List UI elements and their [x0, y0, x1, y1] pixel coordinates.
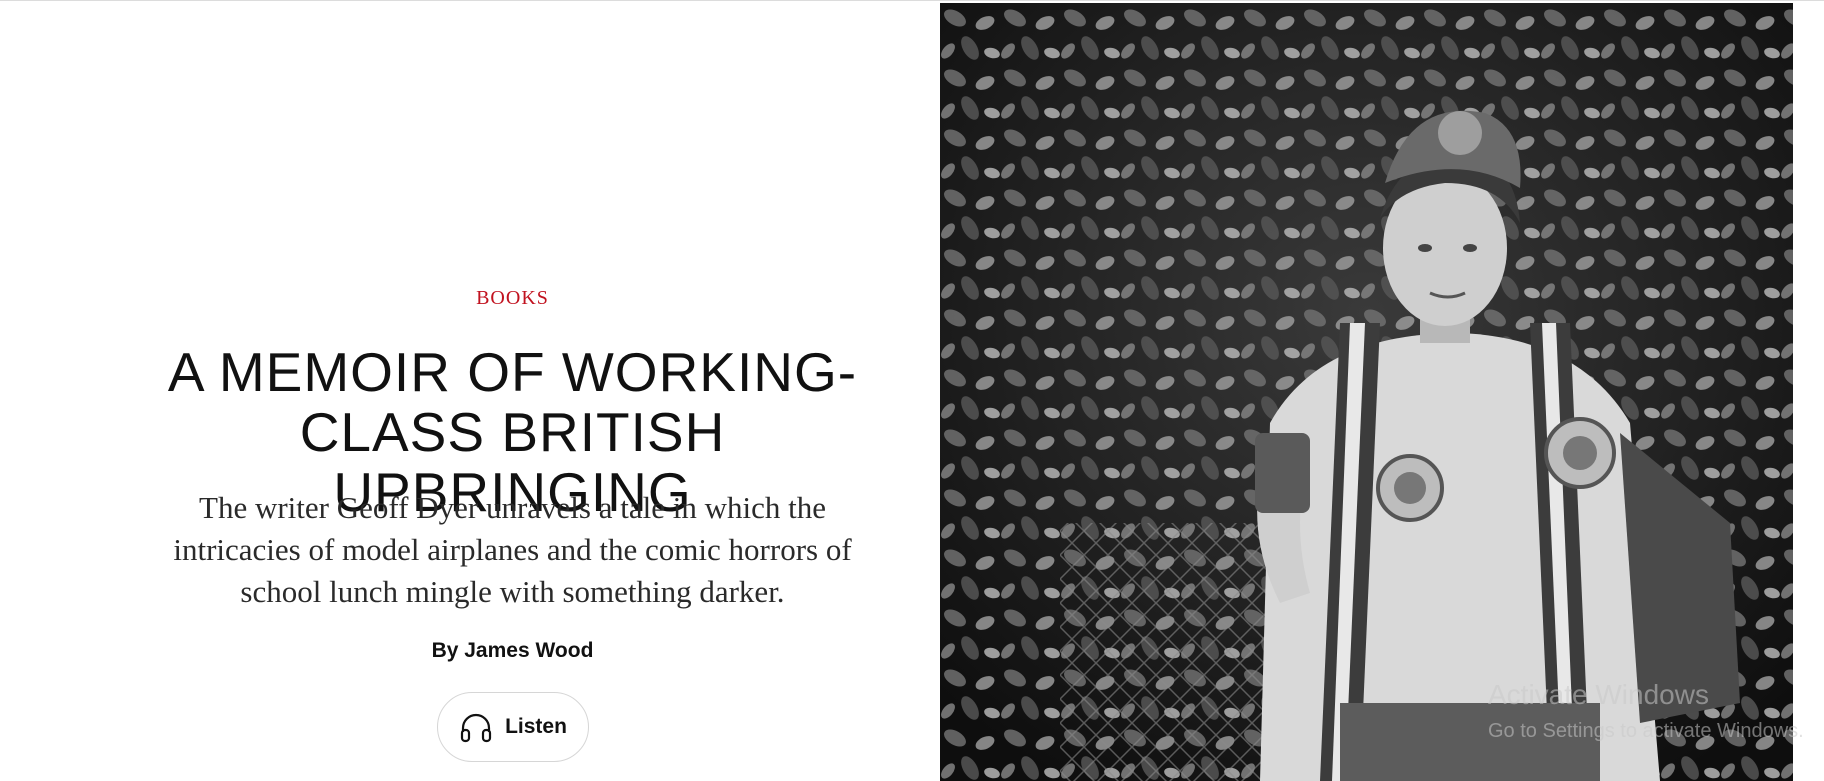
article-header: BOOKS A MEMOIR OF WORKING-CLASS BRITISH …	[0, 0, 1025, 781]
section-rubric-link[interactable]: BOOKS	[0, 287, 1025, 310]
hero-photo	[940, 3, 1793, 781]
headphones-icon	[459, 710, 493, 744]
article-dek: The writer Geoff Dyer unravels a tale in…	[173, 490, 852, 609]
listen-label: Listen	[505, 715, 567, 738]
article-byline[interactable]: By James Wood	[0, 639, 1025, 663]
listen-button[interactable]: Listen	[437, 692, 589, 762]
